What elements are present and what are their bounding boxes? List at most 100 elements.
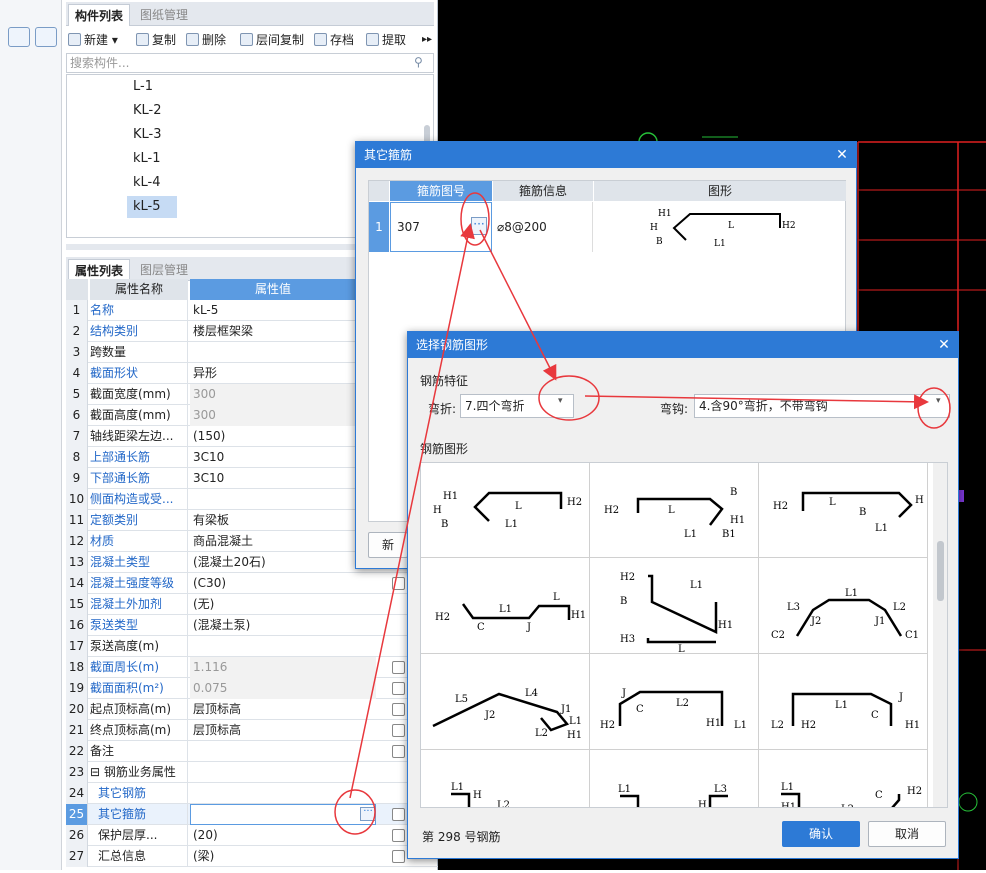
extract-label: 提取: [382, 33, 407, 47]
property-row[interactable]: 14 混凝土强度等级 (C30): [66, 573, 438, 594]
property-value[interactable]: 300: [190, 405, 376, 426]
close-icon[interactable]: ✕: [936, 332, 952, 358]
floor-copy-button[interactable]: 层间复制: [240, 31, 304, 49]
property-row[interactable]: 25 其它箍筋 ···: [66, 804, 438, 825]
list-item[interactable]: kL-1: [127, 148, 167, 170]
svg-text:C: C: [477, 622, 485, 633]
new-row-button[interactable]: 新: [368, 532, 408, 558]
confirm-button[interactable]: 确认: [782, 821, 860, 847]
property-row[interactable]: 18 截面周长(m) 1.116: [66, 657, 438, 678]
shape-option[interactable]: L1 H L2: [421, 750, 590, 807]
property-value[interactable]: 楼层框架梁: [190, 321, 376, 342]
shape-option[interactable]: L1 C H2 L2 H1: [759, 750, 928, 807]
checkbox[interactable]: [392, 850, 405, 863]
detail-view-icon[interactable]: [35, 27, 57, 47]
property-value[interactable]: 300: [190, 384, 376, 405]
svg-text:L: L: [515, 501, 522, 512]
property-value[interactable]: [190, 783, 376, 804]
tab-layer-management[interactable]: 图层管理: [134, 259, 194, 281]
list-item[interactable]: KL-3: [127, 124, 168, 146]
checkbox[interactable]: [392, 724, 405, 737]
property-value[interactable]: 层顶标高: [190, 720, 376, 741]
tab-drawing-management[interactable]: 图纸管理: [134, 4, 194, 26]
tab-property-list[interactable]: 属性列表: [68, 259, 131, 281]
property-value[interactable]: (梁): [190, 846, 376, 867]
property-value[interactable]: [190, 489, 376, 510]
property-value[interactable]: 0.075: [190, 678, 376, 699]
shape-option[interactable]: L1 L3 H: [590, 750, 759, 807]
delete-button[interactable]: 删除: [186, 31, 226, 49]
property-value[interactable]: [190, 342, 376, 363]
stirrup-shape-preview: H1HB LL1 H2: [650, 209, 796, 249]
stirrup-info-cell[interactable]: ⌀8@200: [493, 202, 593, 252]
browse-button[interactable]: ···: [360, 807, 376, 821]
property-value[interactable]: (20): [190, 825, 376, 846]
property-row[interactable]: 17 泵送高度(m): [66, 636, 438, 657]
shape-option[interactable]: L3 L1 L2 J2 J1 C2 C1: [759, 558, 928, 654]
property-value[interactable]: (混凝土泵): [190, 615, 376, 636]
property-row[interactable]: 23 ⊟ 钢筋业务属性: [66, 762, 438, 783]
checkbox[interactable]: [392, 829, 405, 842]
new-button[interactable]: 新建 ▾: [68, 31, 118, 49]
hook-select[interactable]: 4.含90°弯折，不带弯钩: [694, 394, 950, 418]
property-value[interactable]: 3C10: [190, 447, 376, 468]
checkbox[interactable]: [392, 745, 405, 758]
property-row[interactable]: 19 截面面积(m²) 0.075: [66, 678, 438, 699]
checkbox[interactable]: [392, 661, 405, 674]
shape-option[interactable]: H1 H B L L1 H2: [421, 463, 590, 558]
property-row[interactable]: 26 保护层厚... (20): [66, 825, 438, 846]
list-view-icon[interactable]: [8, 27, 30, 47]
checkbox[interactable]: [392, 703, 405, 716]
property-row[interactable]: 16 泵送类型 (混凝土泵): [66, 615, 438, 636]
property-row[interactable]: 27 汇总信息 (梁): [66, 846, 438, 867]
shape-option[interactable]: H2 J C L2 H1 L1: [590, 654, 759, 750]
list-item[interactable]: KL-2: [127, 100, 168, 122]
close-icon[interactable]: ✕: [834, 142, 850, 168]
property-row[interactable]: 24 其它钢筋: [66, 783, 438, 804]
property-value[interactable]: (C30): [190, 573, 376, 594]
extract-button[interactable]: 提取: [366, 31, 406, 49]
list-item[interactable]: kL-4: [127, 172, 167, 194]
property-value[interactable]: 商品混凝土: [190, 531, 376, 552]
shape-option[interactable]: H2 L B L1 H: [759, 463, 928, 558]
shape-option[interactable]: L5 J2 L4 J1 L1 L2 H1: [421, 654, 590, 750]
svg-text:L3: L3: [787, 602, 800, 613]
copy-button[interactable]: 复制: [136, 31, 176, 49]
property-row[interactable]: 22 备注: [66, 741, 438, 762]
property-value[interactable]: 有梁板: [190, 510, 376, 531]
checkbox[interactable]: [392, 577, 405, 590]
property-value[interactable]: 1.116: [190, 657, 376, 678]
tab-component-list[interactable]: 构件列表: [68, 4, 131, 26]
checkbox[interactable]: [392, 808, 405, 821]
cancel-button[interactable]: 取消: [868, 821, 946, 847]
shape-option[interactable]: H2 L L1 B H1 B1: [590, 463, 759, 558]
property-value[interactable]: [190, 762, 376, 783]
property-row[interactable]: 21 终点顶标高(m) 层顶标高: [66, 720, 438, 741]
svg-text:J: J: [898, 692, 903, 703]
checkbox[interactable]: [392, 682, 405, 695]
shape-option[interactable]: H2 C L1 J L H1: [421, 558, 590, 654]
property-value[interactable]: [190, 804, 376, 825]
property-row[interactable]: 15 混凝土外加剂 (无): [66, 594, 438, 615]
property-value[interactable]: 异形: [190, 363, 376, 384]
browse-shape-button[interactable]: ···: [471, 217, 487, 235]
property-value[interactable]: [190, 636, 376, 657]
list-item-selected[interactable]: kL-5: [127, 196, 177, 218]
more-button[interactable]: ▸▸: [422, 31, 432, 49]
shape-option[interactable]: L2 H2 L1 C J H1: [759, 654, 928, 750]
search-input[interactable]: 搜索构件...: [66, 53, 434, 73]
property-value[interactable]: kL-5: [190, 300, 376, 321]
property-value[interactable]: (150): [190, 426, 376, 447]
property-value[interactable]: 层顶标高: [190, 699, 376, 720]
archive-button[interactable]: 存档: [314, 31, 354, 49]
property-value[interactable]: (混凝土20石): [190, 552, 376, 573]
property-value[interactable]: 3C10: [190, 468, 376, 489]
scrollbar[interactable]: [937, 541, 944, 601]
shape-option[interactable]: H2 B L1 H1 H3 L: [590, 558, 759, 655]
property-row[interactable]: 20 起点顶标高(m) 层顶标高: [66, 699, 438, 720]
bend-select[interactable]: 7.四个弯折: [460, 394, 574, 418]
list-item[interactable]: L-1: [127, 76, 159, 98]
floor-copy-label: 层间复制: [256, 33, 305, 47]
property-value[interactable]: (无): [190, 594, 376, 615]
property-value[interactable]: [190, 741, 376, 762]
